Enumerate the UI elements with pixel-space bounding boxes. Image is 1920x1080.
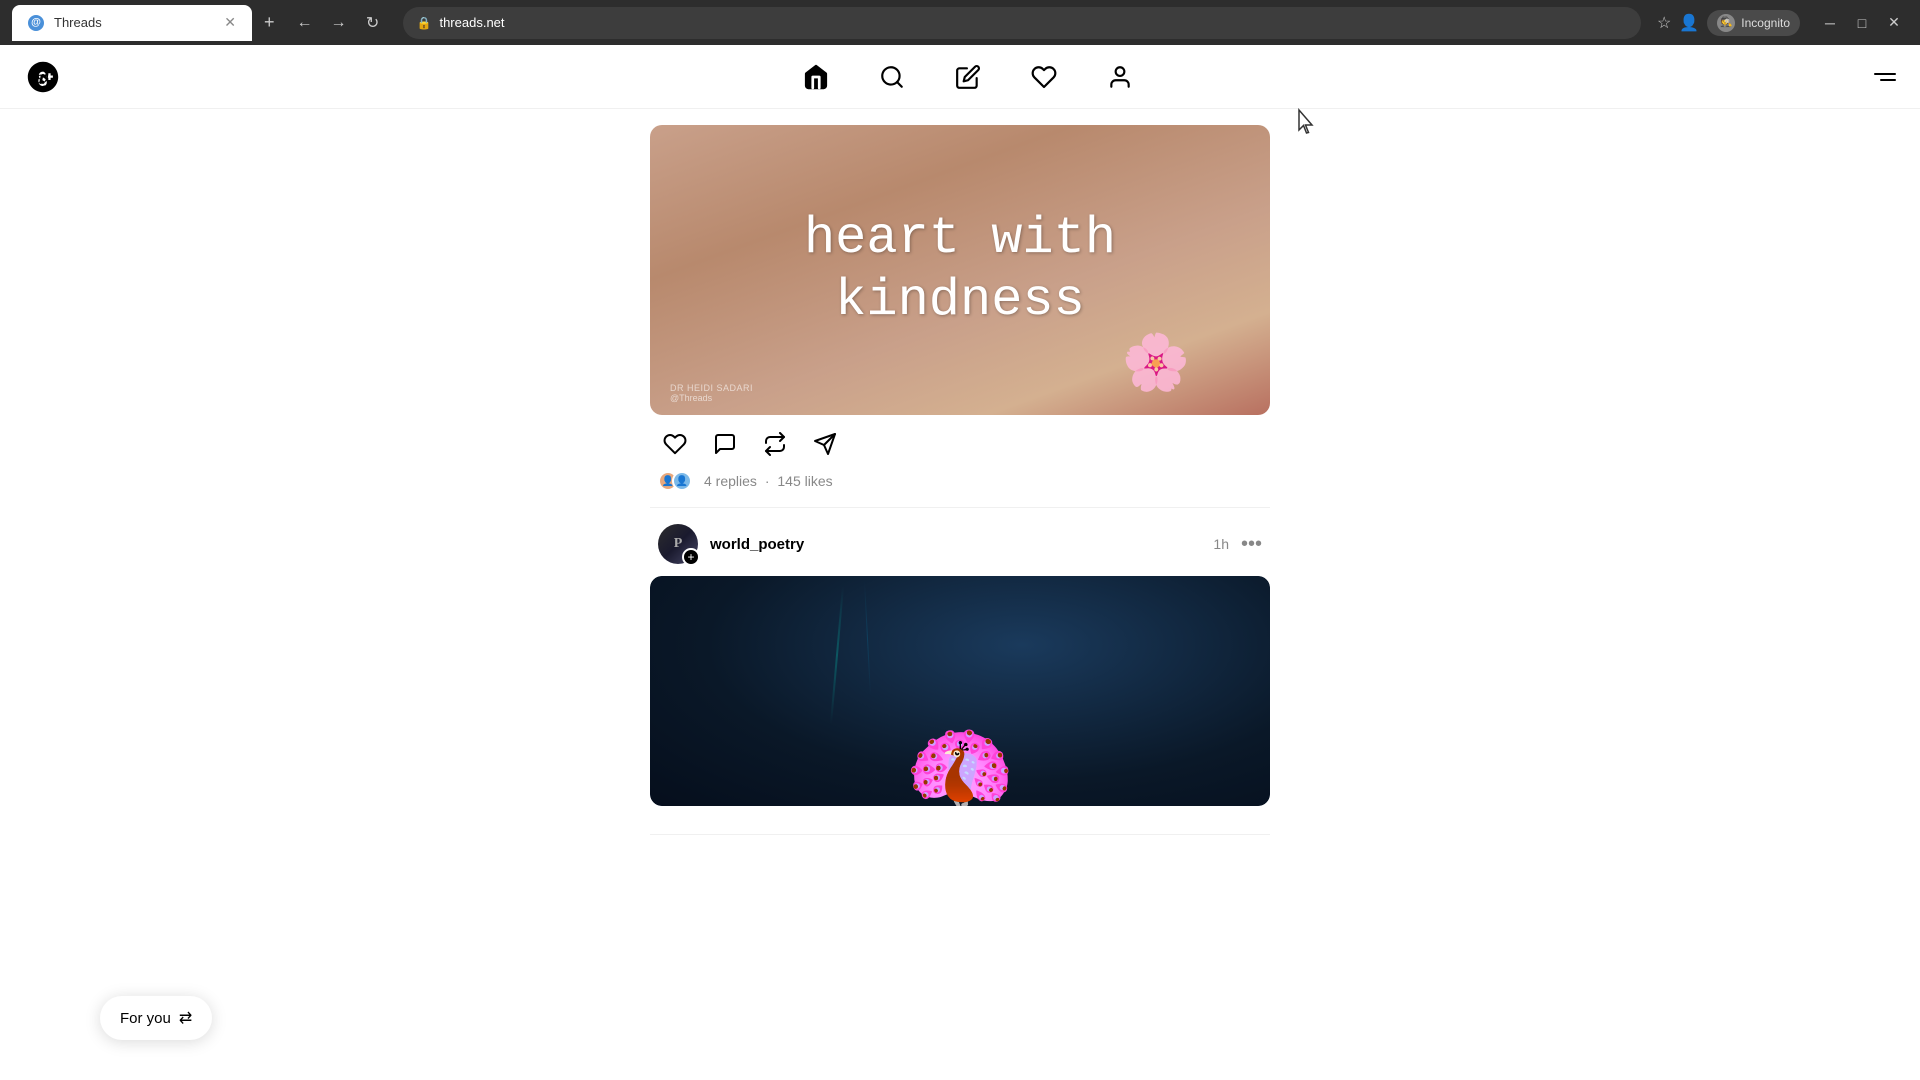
reply-avatars: 👤 👤 [658,471,686,491]
close-button[interactable]: ✕ [1880,9,1908,37]
post-1-image-content: heart withkindness 🌸 DR HEIDI SADARI @Th… [650,125,1270,415]
incognito-label: Incognito [1741,16,1790,30]
post-2-time: 1h [1213,536,1229,552]
address-bar[interactable]: 🔒 threads.net [403,7,1642,39]
post-2-user: P + world_poetry [658,524,804,564]
feed: heart withkindness 🌸 DR HEIDI SADARI @Th… [650,109,1270,1080]
like-button[interactable] [658,427,692,461]
incognito-button[interactable]: 🕵 Incognito [1707,10,1800,36]
post-2-image: 🦚 [650,576,1270,806]
lock-icon: 🔒 [417,16,432,30]
browser-controls: ← → ↻ [291,9,387,37]
compose-nav-icon[interactable] [954,63,982,91]
menu-line-bottom [1880,79,1896,81]
tab-favicon: @ [28,15,44,31]
bookmark-icon[interactable]: ☆ [1657,13,1671,33]
url-text: threads.net [439,15,504,30]
for-you-pill[interactable]: For you ⇄ [100,996,212,1040]
maximize-button[interactable]: □ [1848,9,1876,37]
flower-decoration: 🌸 [1122,330,1190,395]
for-you-label: For you [120,1010,171,1027]
browser-action-buttons: ☆ 👤 🕵 Incognito [1657,10,1800,36]
profile-nav-icon[interactable] [1106,63,1134,91]
follow-plus-badge[interactable]: + [682,548,700,566]
new-tab-button[interactable]: + [264,12,275,33]
for-you-refresh-icon: ⇄ [179,1008,192,1028]
post-2-avatar-wrap: P + [658,524,698,564]
nav-icons [802,63,1134,91]
minimize-button[interactable]: ─ [1816,9,1844,37]
share-button[interactable] [808,427,842,461]
post-2: P + world_poetry 1h ••• [650,508,1270,835]
app: @ [0,45,1920,1080]
post-1: heart withkindness 🌸 DR HEIDI SADARI @Th… [650,109,1270,508]
post-2-image-content: 🦚 [650,576,1270,806]
reply-avatar-2: 👤 [672,471,692,491]
main-content: heart withkindness 🌸 DR HEIDI SADARI @Th… [0,109,1920,1080]
menu-button[interactable] [1874,73,1896,81]
feather-container: 🦚 [650,576,1270,806]
menu-line-top [1874,73,1896,75]
more-options-button[interactable]: ••• [1241,533,1262,556]
post-1-actions [650,427,1270,461]
window-controls: ─ □ ✕ [1816,9,1908,37]
post-2-header: P + world_poetry 1h ••• [650,524,1270,564]
comment-button[interactable] [708,427,742,461]
activity-nav-icon[interactable] [1030,63,1058,91]
post-1-credit: DR HEIDI SADARI @Threads [670,383,753,403]
threads-logo-svg: @ [24,58,62,96]
forward-button[interactable]: → [325,9,353,37]
profile-icon[interactable]: 👤 [1679,13,1699,33]
top-nav: @ [0,45,1920,109]
post-1-image: heart withkindness 🌸 DR HEIDI SADARI @Th… [650,125,1270,415]
replies-count: 4 replies · 145 likes [704,473,833,489]
threads-logo[interactable]: @ [24,58,62,96]
back-button[interactable]: ← [291,9,319,37]
post-1-image-text: heart withkindness [804,208,1116,333]
incognito-icon: 🕵 [1717,14,1735,32]
home-nav-icon[interactable] [802,63,830,91]
tab-close-icon[interactable]: ✕ [224,14,236,31]
repost-button[interactable] [758,427,792,461]
browser-tab[interactable]: @ Threads ✕ [12,5,252,41]
search-nav-icon[interactable] [878,63,906,91]
post-2-meta: 1h ••• [1213,533,1262,556]
browser-chrome: @ Threads ✕ + ← → ↻ 🔒 threads.net ☆ 👤 🕵 … [0,0,1920,45]
post-2-username[interactable]: world_poetry [710,536,804,553]
refresh-button[interactable]: ↻ [359,9,387,37]
post-1-engagement: 👤 👤 4 replies · 145 likes [650,471,1270,491]
svg-text:@: @ [29,64,49,88]
tab-title: Threads [54,15,214,30]
peacock-feather-emoji: 🦚 [904,726,1016,806]
